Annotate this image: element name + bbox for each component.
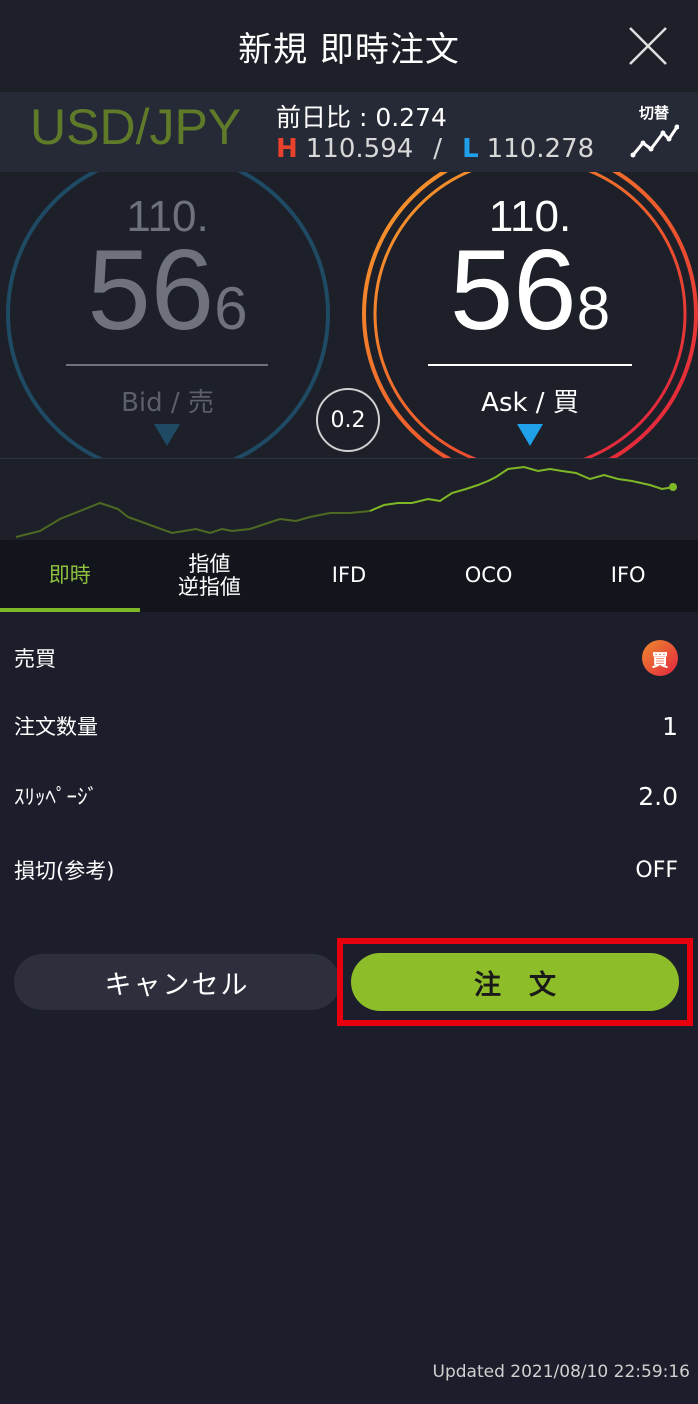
bid-divider [66, 364, 268, 366]
price-history-line-new [369, 465, 675, 512]
slippage-row[interactable]: ｽﾘｯﾍﾟｰｼﾞ 2.0 [0, 766, 698, 826]
tab-ifo[interactable]: IFO [558, 540, 698, 612]
ask-rate-main: 568 [362, 234, 698, 348]
high-low-separator: / [433, 134, 443, 164]
quantity-row[interactable]: 注文数量 1 [0, 696, 698, 756]
ask-divider [428, 364, 632, 366]
slippage-value[interactable]: 2.0 [638, 782, 678, 811]
high-marker: H [276, 134, 298, 164]
switch-label: 切替 [638, 104, 669, 122]
price-chart [0, 458, 698, 540]
stoploss-value[interactable]: OFF [635, 858, 678, 883]
slippage-label: ｽﾘｯﾍﾟｰｼﾞ [14, 785, 98, 809]
ask-rate-big-digits: 56 [449, 227, 577, 354]
high-value: 110.594 [305, 134, 414, 164]
ask-down-arrow-icon [517, 424, 543, 446]
order-type-tabs: 即時 指値 逆指値 IFD OCO IFO [0, 540, 698, 612]
tab-ifd[interactable]: IFD [279, 540, 419, 612]
bid-rate-main: 566 [0, 234, 335, 348]
previous-day-change: 前日比 : 0.274 [276, 103, 447, 132]
bid-rate-small-digit: 6 [214, 275, 248, 342]
bid-rate-big-digits: 56 [87, 227, 215, 354]
cancel-button[interactable]: キャンセル [14, 954, 340, 1010]
bid-rate-button[interactable]: 110. 566 Bid / 売 [0, 172, 335, 458]
stoploss-row[interactable]: 損切(参考) OFF [0, 840, 698, 900]
tab-limit-stop[interactable]: 指値 逆指値 [140, 540, 280, 612]
latest-price-dot [669, 483, 677, 491]
switch-button[interactable]: 切替 [626, 102, 682, 164]
currency-pair-bar: USD/JPY 前日比 : 0.274 H 110.594 / L 110.27… [0, 92, 698, 172]
currency-pair-name: USD/JPY [30, 99, 242, 155]
ask-rate-button[interactable]: 110. 568 Ask / 買 [362, 172, 698, 458]
updated-timestamp: Updated 2021/08/10 22:59:16 [432, 1362, 691, 1382]
stoploss-label: 損切(参考) [14, 859, 115, 883]
low-value: 110.278 [486, 134, 595, 164]
order-button[interactable]: 注文 [351, 953, 679, 1011]
price-chart-svg [15, 465, 677, 538]
rate-panel: 110. 566 Bid / 売 110. 568 Ask / 買 0.2 [0, 172, 698, 458]
side-row: 売買 買 [0, 628, 698, 688]
ask-caption: Ask / 買 [481, 388, 579, 418]
price-history-line-old [15, 501, 371, 538]
ask-rate-small-digit: 8 [576, 275, 611, 342]
quantity-value[interactable]: 1 [662, 712, 678, 741]
buy-side-badge[interactable]: 買 [642, 640, 678, 676]
tab-market[interactable]: 即時 [0, 540, 140, 612]
header-bar: 新規 即時注文 [0, 0, 698, 92]
quantity-label: 注文数量 [14, 715, 98, 739]
close-icon[interactable] [626, 24, 670, 68]
high-low-row: H 110.594 / L 110.278 [276, 134, 594, 164]
trend-chart-icon [630, 124, 680, 158]
page-title: 新規 即時注文 [238, 29, 460, 70]
low-marker: L [462, 134, 479, 164]
bid-caption: Bid / 売 [121, 388, 214, 418]
spread-badge: 0.2 [316, 388, 380, 452]
tab-oco[interactable]: OCO [419, 540, 559, 612]
bid-down-arrow-icon [154, 424, 180, 446]
side-label: 売買 [14, 647, 56, 671]
